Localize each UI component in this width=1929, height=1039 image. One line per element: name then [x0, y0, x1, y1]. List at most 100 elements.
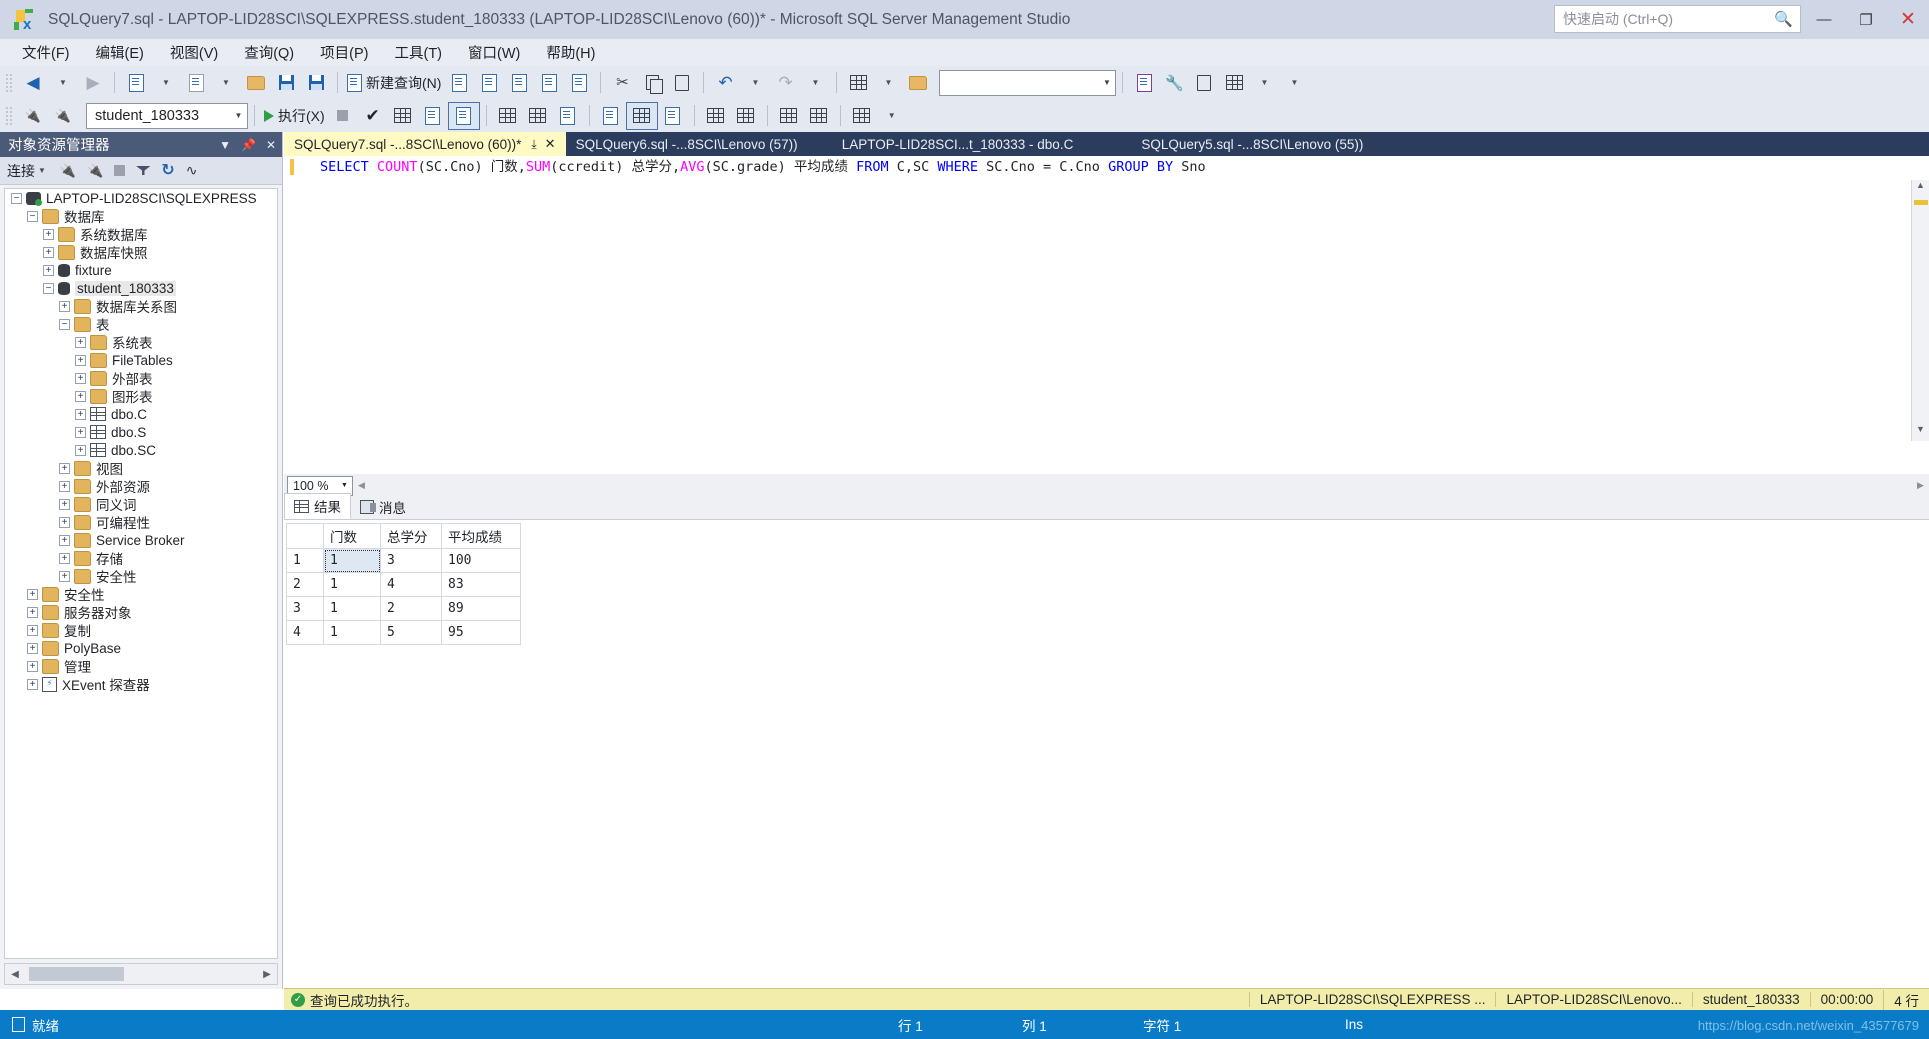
tree-node[interactable]: + dbo.SC — [5, 441, 277, 459]
database-combo[interactable]: student_180333 ▼ — [86, 102, 248, 129]
tree-node[interactable]: − student_180333 — [5, 279, 277, 297]
editor-tab[interactable]: LAPTOP-LID28SCI...t_180333 - dbo.C — [808, 132, 1108, 156]
connect-object-explorer-icon[interactable]: 🔌 — [60, 163, 76, 179]
tree-node[interactable]: − 表 — [5, 315, 277, 333]
display-estimated-plan-button[interactable] — [388, 103, 418, 129]
toolbar-grip[interactable] — [5, 105, 14, 126]
expand-icon[interactable]: + — [59, 534, 70, 546]
tree-node[interactable]: + 管理 — [5, 657, 277, 675]
menu-project[interactable]: 项目(P) — [308, 39, 380, 66]
include-client-statistics-button[interactable] — [493, 103, 523, 129]
tree-node[interactable]: + 系统表 — [5, 333, 277, 351]
column-header[interactable]: 总学分 — [380, 523, 442, 549]
table-cell[interactable]: 1 — [323, 596, 381, 621]
new-dmx-query-button[interactable] — [504, 70, 534, 96]
tree-node[interactable]: + dbo.S — [5, 423, 277, 441]
properties-wrench-icon[interactable]: 🔧 — [1159, 70, 1189, 96]
collapse-icon[interactable]: − — [11, 192, 22, 204]
scroll-left-icon[interactable]: ◀ — [353, 480, 370, 491]
expand-icon[interactable]: + — [27, 642, 38, 654]
results-grid[interactable]: 门数 总学分 平均成绩 1 1 3 100 2 1 4 83 3 1 2 89 4 1 5 95 — [286, 523, 521, 645]
expand-icon[interactable]: + — [59, 552, 70, 564]
include-actual-plan-button[interactable] — [447, 101, 480, 130]
expand-icon[interactable]: + — [27, 624, 38, 636]
tree-node[interactable]: + 外部资源 — [5, 477, 277, 495]
expand-icon[interactable]: + — [27, 660, 38, 672]
new-item-dropdown-icon[interactable]: ▼ — [211, 70, 241, 96]
undo-button[interactable]: ↶ — [710, 70, 740, 96]
results-to-file-button[interactable] — [553, 103, 583, 129]
tree-node[interactable]: + 可编程性 — [5, 513, 277, 531]
new-mdx-query-button[interactable] — [474, 70, 504, 96]
scrollbar-thumb[interactable] — [29, 967, 124, 981]
expand-icon[interactable]: + — [43, 228, 54, 240]
tree-node[interactable]: + 复制 — [5, 621, 277, 639]
tree-node[interactable]: + 安全性 — [5, 585, 277, 603]
editor-zoom-value[interactable]: 100 % — [288, 479, 337, 493]
navigate-forward-button[interactable]: ▶ — [78, 70, 108, 96]
expand-icon[interactable]: + — [75, 408, 86, 420]
table-cell[interactable]: 5 — [380, 620, 442, 645]
new-project-button[interactable] — [121, 70, 151, 96]
expand-icon[interactable]: + — [27, 606, 38, 618]
tree-node[interactable]: − 数据库 — [5, 207, 277, 225]
expand-icon[interactable]: + — [75, 444, 86, 456]
object-explorer-tree[interactable]: − LAPTOP-LID28SCI\SQLEXPRESS − 数据库 + 系统数据库 + 数据… — [4, 188, 278, 959]
expand-icon[interactable]: + — [27, 678, 38, 690]
scroll-down-icon[interactable]: ▼ — [1912, 424, 1929, 441]
table-cell[interactable]: 4 — [380, 572, 442, 597]
expand-icon[interactable]: + — [75, 372, 86, 384]
results-to-grid-button[interactable] — [625, 101, 658, 130]
table-cell[interactable]: 1 — [323, 548, 381, 573]
expand-icon[interactable]: + — [75, 426, 86, 438]
navigate-back-dropdown-icon[interactable]: ▼ — [48, 70, 78, 96]
navigate-back-button[interactable]: ◀ — [18, 70, 48, 96]
table-cell[interactable]: 1 — [323, 572, 381, 597]
results-to-file2-button[interactable] — [658, 103, 688, 129]
table-row[interactable]: 3 1 2 89 — [286, 596, 521, 621]
redo-button[interactable]: ↷ — [770, 70, 800, 96]
open-file-button[interactable] — [241, 70, 271, 96]
tree-node[interactable]: + Service Broker — [5, 531, 277, 549]
toolbar-overflow-icon[interactable]: ▼ — [877, 103, 907, 129]
table-cell[interactable]: 83 — [441, 572, 521, 597]
expand-icon[interactable]: + — [75, 336, 86, 348]
tab-results[interactable]: 结果 — [284, 493, 351, 519]
object-explorer-window-button[interactable] — [1129, 70, 1159, 96]
table-row[interactable]: 4 1 5 95 — [286, 620, 521, 645]
copy-button[interactable] — [637, 70, 667, 96]
redo-dropdown-icon[interactable]: ▼ — [800, 70, 830, 96]
new-project-dropdown-icon[interactable]: ▼ — [151, 70, 181, 96]
toolbar-search-combo[interactable]: ▼ — [939, 69, 1117, 96]
menu-window[interactable]: 窗口(W) — [456, 39, 532, 66]
menu-help[interactable]: 帮助(H) — [534, 39, 607, 66]
tree-node[interactable]: + 系统数据库 — [5, 225, 277, 243]
include-live-stats-button[interactable] — [523, 103, 553, 129]
maximize-button[interactable]: ❐ — [1845, 0, 1887, 39]
menu-query[interactable]: 查询(Q) — [232, 39, 306, 66]
parse-check-button[interactable]: ✔ — [358, 103, 388, 129]
tree-node[interactable]: − LAPTOP-LID28SCI\SQLEXPRESS — [5, 189, 277, 207]
undo-dropdown-icon[interactable]: ▼ — [740, 70, 770, 96]
editor-tab[interactable]: SQLQuery5.sql -...8SCI\Lenovo (55)) — [1107, 132, 1397, 156]
quick-launch-box[interactable]: 快速启动 (Ctrl+Q) 🔍 — [1554, 5, 1801, 33]
sql-statement-line[interactable]: SELECT COUNT(SC.Cno) 门数,SUM(ccredit) 总学分… — [320, 158, 1206, 176]
tree-node[interactable]: + fixture — [5, 261, 277, 279]
expand-icon[interactable]: + — [75, 354, 86, 366]
scroll-up-icon[interactable]: ▲ — [1912, 180, 1929, 197]
expand-icon[interactable]: + — [59, 480, 70, 492]
row-number-cell[interactable]: 1 — [286, 548, 324, 573]
table-row[interactable]: 1 1 3 100 — [286, 548, 521, 573]
paste-button[interactable] — [667, 70, 697, 96]
editor-tab[interactable]: SQLQuery7.sql -...8SCI\Lenovo (60))* ⤓ ✕ — [284, 132, 566, 156]
new-analysis-query-button[interactable] — [444, 70, 474, 96]
close-icon[interactable]: ✕ — [545, 136, 556, 152]
tree-node[interactable]: + ⚡ XEvent 探查器 — [5, 675, 277, 693]
tree-node[interactable]: + 安全性 — [5, 567, 277, 585]
table-cell[interactable]: 3 — [380, 548, 442, 573]
new-xmla-query-button[interactable] — [534, 70, 564, 96]
expand-icon[interactable]: + — [59, 498, 70, 510]
tree-node[interactable]: + 服务器对象 — [5, 603, 277, 621]
column-header[interactable]: 平均成绩 — [441, 523, 521, 549]
table-cell[interactable]: 95 — [441, 620, 521, 645]
